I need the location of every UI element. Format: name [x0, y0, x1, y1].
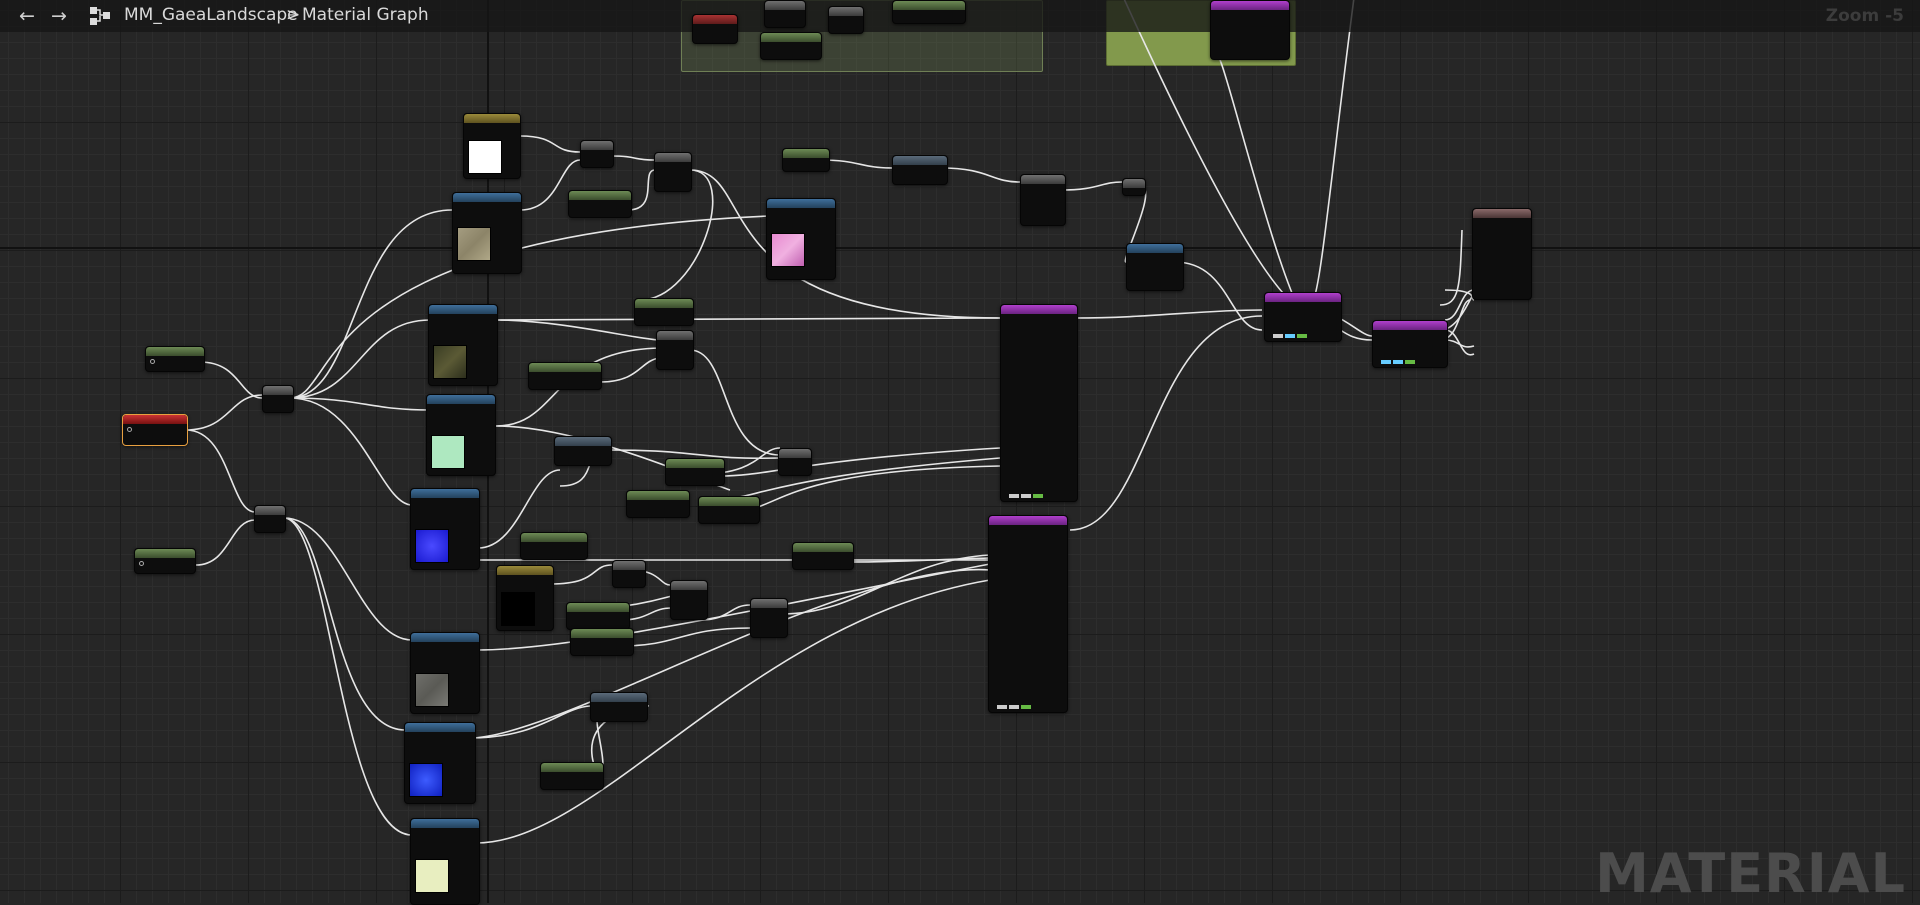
texture-sample-node[interactable] — [426, 394, 496, 476]
scalar-parameter-node[interactable] — [792, 542, 854, 570]
scalar-parameter-node[interactable] — [520, 532, 588, 560]
lerp-node[interactable] — [750, 598, 788, 638]
substrate-horizontal-blend-node[interactable] — [1372, 320, 1448, 368]
substrate-horizontal-blend-node[interactable] — [1264, 292, 1342, 342]
scalar-parameter-node[interactable] — [760, 32, 822, 60]
substrate-slab-bsdf-node[interactable] — [1000, 304, 1078, 502]
texcoord-node[interactable] — [122, 414, 188, 446]
channel-mask-node[interactable] — [892, 155, 948, 185]
multiply-node[interactable] — [254, 505, 286, 533]
texture-thumbnail — [433, 345, 467, 379]
texture-sample-node[interactable] — [410, 488, 480, 570]
scalar-parameter-node[interactable] — [540, 762, 604, 790]
add-node[interactable] — [580, 140, 614, 168]
substrate-slab-node[interactable] — [1210, 0, 1290, 60]
static-switch-node[interactable] — [1126, 243, 1184, 291]
texture-thumbnail — [431, 435, 465, 469]
material-graph-canvas[interactable] — [0, 0, 1920, 903]
lerp-node[interactable] — [670, 580, 708, 620]
material-graph-icon — [90, 7, 110, 25]
scalar-parameter-node[interactable] — [892, 0, 966, 24]
texture-sample-node[interactable] — [452, 192, 522, 274]
texture-sample-node[interactable] — [428, 304, 498, 386]
lerp-node[interactable] — [828, 6, 864, 34]
lerp-node[interactable] — [654, 152, 692, 192]
texture-sample-node[interactable] — [692, 14, 738, 44]
texture-sample-node[interactable] — [410, 632, 480, 714]
flatten-normal-node[interactable] — [554, 436, 612, 466]
scalar-parameter-node[interactable] — [134, 548, 196, 574]
breadcrumb-separator: > — [286, 5, 301, 25]
scalar-parameter-node[interactable] — [528, 362, 602, 390]
material-watermark: MATERIAL — [1595, 842, 1906, 905]
vector-parameter-node[interactable] — [463, 113, 521, 179]
scalar-parameter-node[interactable] — [568, 190, 632, 218]
texture-thumbnail — [415, 859, 449, 893]
scalar-parameter-node[interactable] — [566, 602, 630, 630]
texture-thumbnail — [771, 233, 805, 267]
scalar-parameter-node[interactable] — [145, 346, 205, 372]
color-swatch — [468, 140, 502, 174]
texture-thumbnail — [409, 763, 443, 797]
lerp-node[interactable] — [764, 0, 806, 28]
texture-thumbnail — [457, 227, 491, 261]
graph-origin-horizontal-axis — [0, 247, 1920, 249]
substrate-slab-bsdf-node[interactable] — [988, 515, 1068, 713]
scalar-parameter-node[interactable] — [665, 458, 725, 486]
scalar-parameter-node[interactable] — [626, 490, 690, 518]
breadcrumb-graph-name[interactable]: Material Graph — [302, 5, 429, 25]
texture-sample-node[interactable] — [404, 722, 476, 804]
arrow-right-icon[interactable]: → — [47, 4, 71, 28]
clamp-node[interactable] — [1020, 174, 1066, 226]
scalar-parameter-node[interactable] — [634, 298, 694, 326]
material-output-node[interactable] — [1472, 208, 1532, 300]
multiply-node[interactable] — [262, 385, 294, 413]
color-swatch — [501, 592, 535, 626]
zoom-level-label: Zoom -5 — [1825, 6, 1904, 26]
add-node[interactable] — [612, 560, 646, 588]
lerp-node[interactable] — [656, 330, 694, 370]
multiply-node[interactable] — [778, 448, 812, 476]
scalar-parameter-node[interactable] — [698, 496, 760, 524]
texture-sample-node[interactable] — [766, 198, 836, 280]
flatten-normal-node[interactable] — [590, 692, 648, 722]
texture-thumbnail — [415, 529, 449, 563]
vector-parameter-node[interactable] — [496, 565, 554, 631]
texture-thumbnail — [415, 673, 449, 707]
one-minus-node[interactable] — [1122, 178, 1146, 196]
breadcrumb-asset-name[interactable]: MM_GaeaLandscape — [124, 5, 298, 25]
texture-sample-node[interactable] — [410, 818, 480, 905]
arrow-left-icon[interactable]: ← — [15, 4, 39, 28]
scalar-parameter-node[interactable] — [782, 148, 830, 172]
scalar-parameter-node[interactable] — [570, 628, 634, 656]
